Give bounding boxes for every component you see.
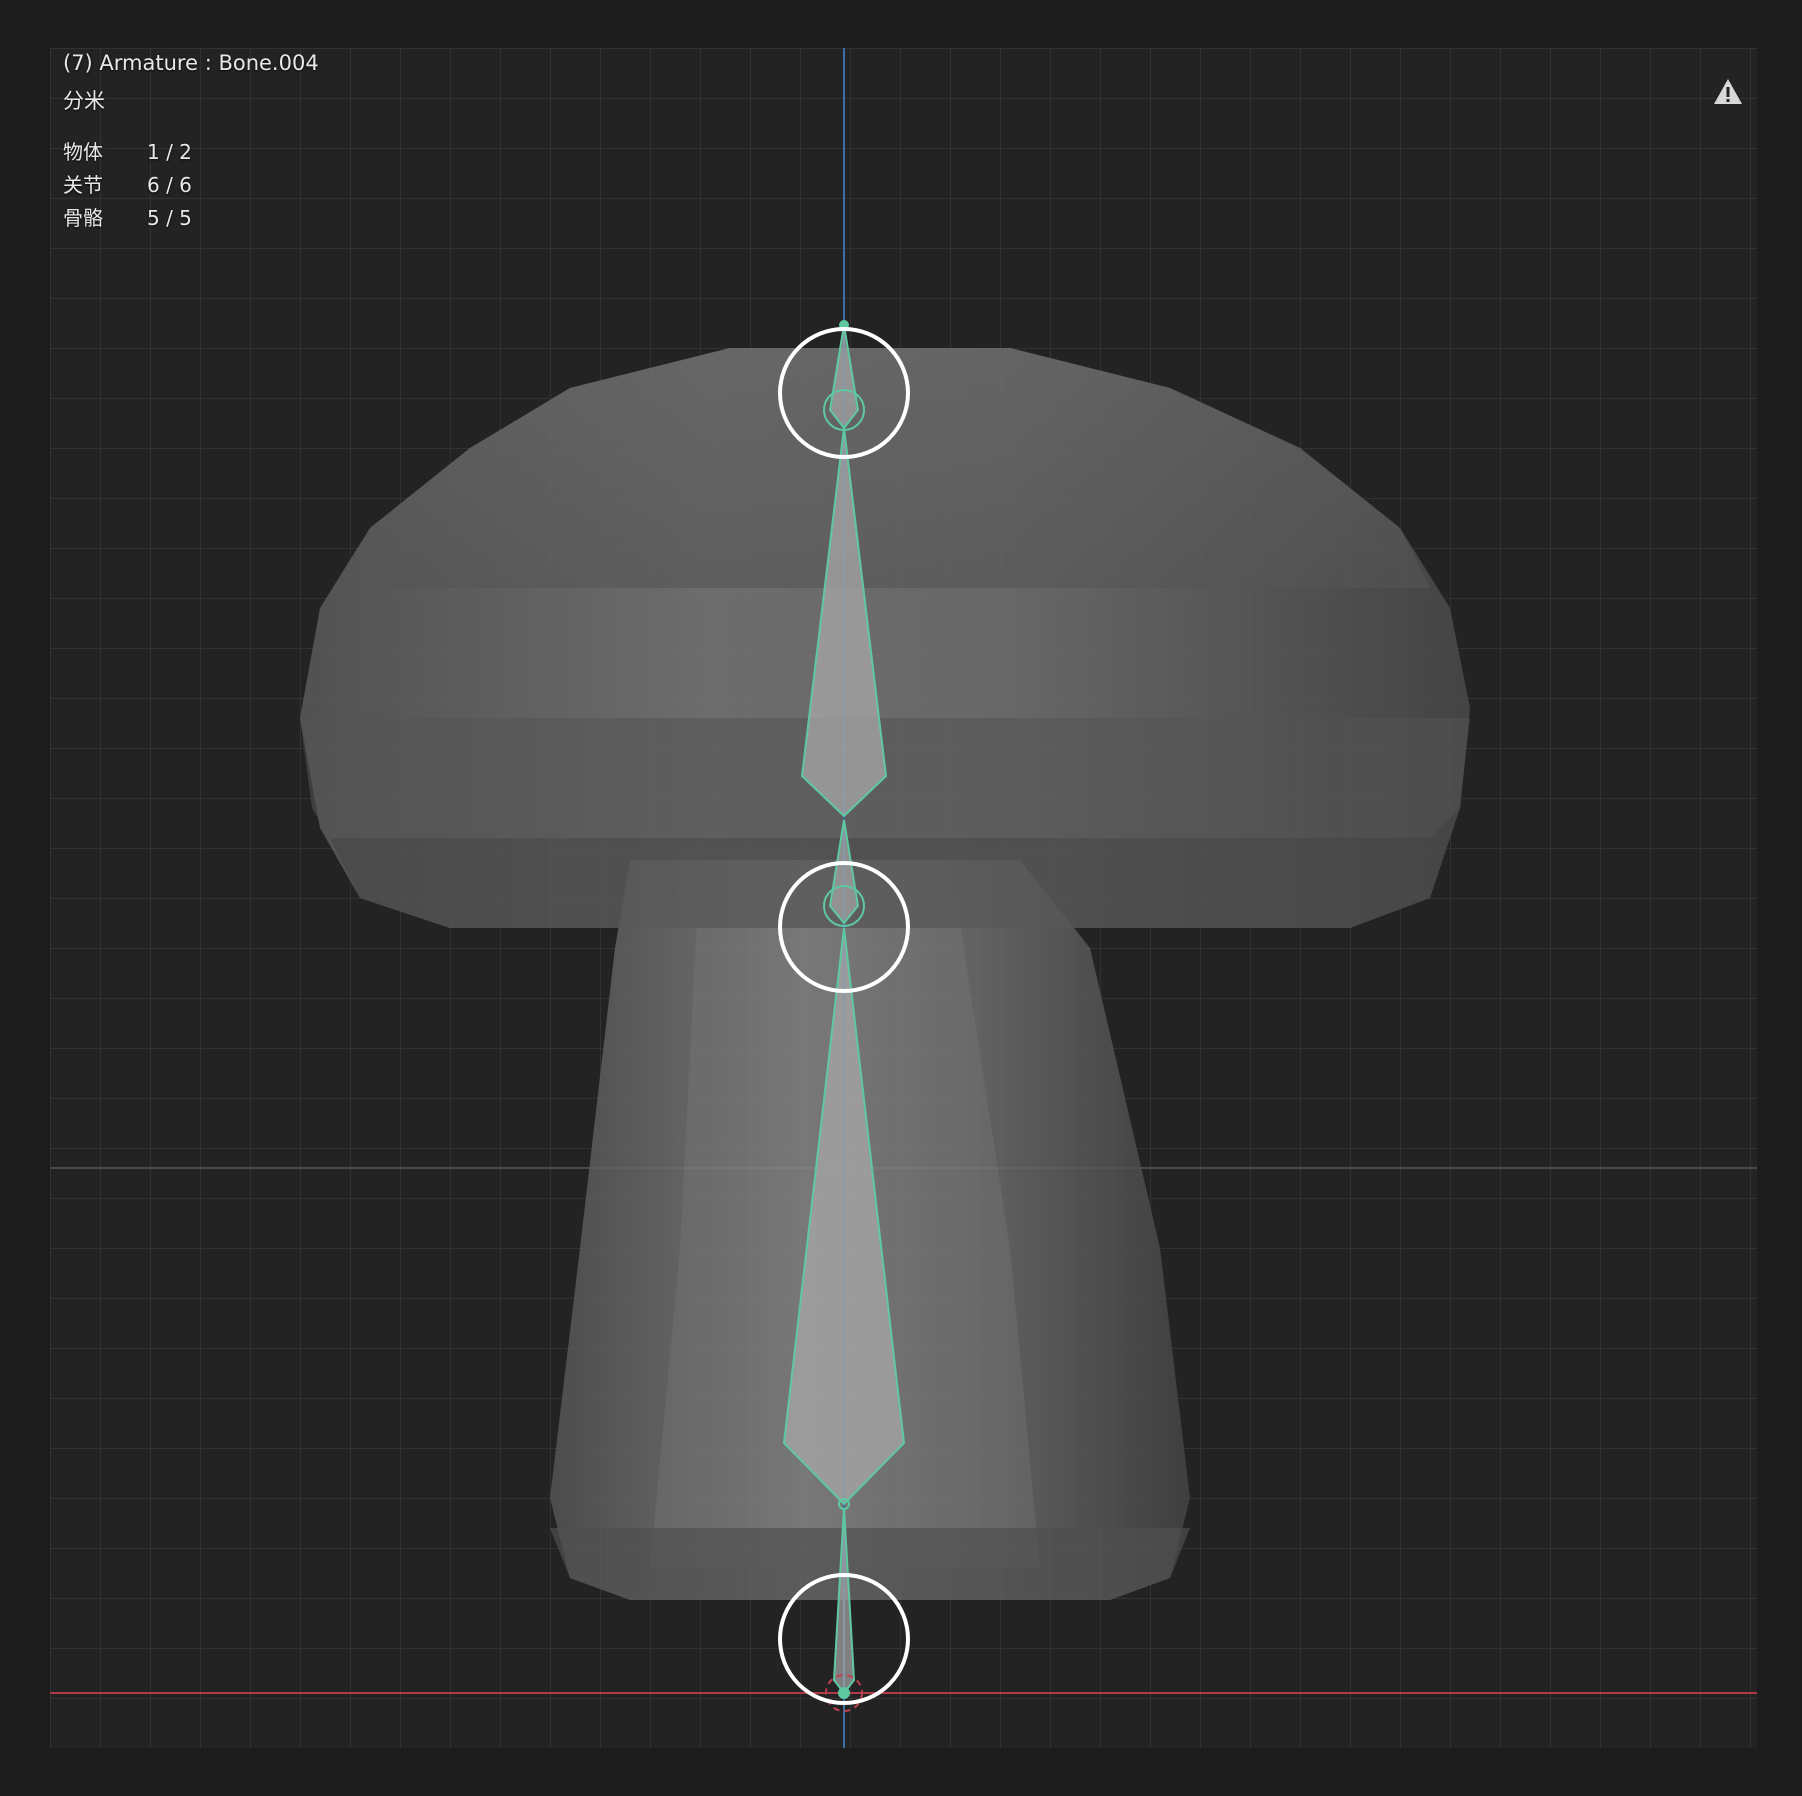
stats-joints-value: 6 / 6 — [147, 173, 192, 197]
bone-root-joint[interactable] — [838, 1687, 850, 1699]
stats-objects-row: 物体 1 / 2 — [63, 136, 192, 165]
stats-joints-row: 关节 6 / 6 — [63, 169, 192, 198]
viewport-scene[interactable] — [50, 48, 1757, 1748]
3d-viewport[interactable]: (7) Armature : Bone.004 分米 物体 1 / 2 关节 6 /… — [50, 48, 1757, 1748]
warning-triangle-icon[interactable] — [1708, 72, 1748, 112]
stats-objects-value: 1 / 2 — [147, 140, 192, 164]
active-object-info: (7) Armature : Bone.004 — [63, 51, 319, 75]
stats-joints-label: 关节 — [63, 173, 103, 197]
stats-bones-value: 5 / 5 — [147, 206, 192, 230]
stats-objects-label: 物体 — [63, 140, 103, 164]
stats-bones-row: 骨骼 5 / 5 — [63, 202, 192, 231]
grid-unit-label: 分米 — [63, 89, 105, 113]
stats-bones-label: 骨骼 — [63, 206, 103, 230]
